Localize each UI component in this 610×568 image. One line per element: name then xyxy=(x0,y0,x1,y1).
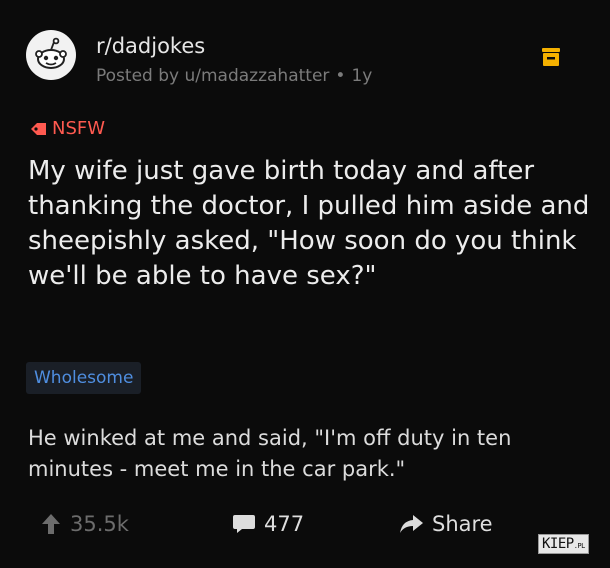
nsfw-tag: NSFW xyxy=(30,118,105,139)
share-arrow-icon xyxy=(400,515,423,533)
post-actions-bar: 35.5k 477 Share xyxy=(40,512,610,548)
share-label: Share xyxy=(432,512,493,536)
reddit-post-card: r/dadjokes Posted by u/madazzahatter • 1y … xyxy=(0,0,610,568)
upvote-count: 35.5k xyxy=(70,512,129,536)
author-link[interactable]: u/madazzahatter xyxy=(184,66,329,86)
post-age: 1y xyxy=(351,66,373,86)
share-button[interactable]: Share xyxy=(398,512,493,536)
post-meta: Posted by u/madazzahatter • 1y xyxy=(96,66,372,86)
save-icon[interactable] xyxy=(540,46,562,68)
nsfw-label: NSFW xyxy=(52,118,106,139)
kiep-watermark: KIEP.PL xyxy=(538,534,589,554)
comment-bubble-icon xyxy=(233,515,255,533)
subreddit-name[interactable]: r/dadjokes xyxy=(96,34,205,58)
nsfw-diamond-icon xyxy=(31,122,46,135)
upvote-arrow-icon xyxy=(42,514,60,534)
post-flair[interactable]: Wholesome xyxy=(26,362,142,394)
comment-count: 477 xyxy=(264,512,305,536)
subreddit-avatar[interactable] xyxy=(26,30,76,80)
post-title[interactable]: My wife just gave birth today and after … xyxy=(28,154,598,294)
upvote-button[interactable]: 35.5k xyxy=(40,512,129,536)
post-body: He winked at me and said, "I'm off duty … xyxy=(28,426,512,481)
reddit-snoo-icon xyxy=(35,37,67,69)
posted-by-label: Posted by xyxy=(96,66,180,86)
comments-button[interactable]: 477 xyxy=(232,512,304,536)
meta-separator: • xyxy=(335,66,346,86)
